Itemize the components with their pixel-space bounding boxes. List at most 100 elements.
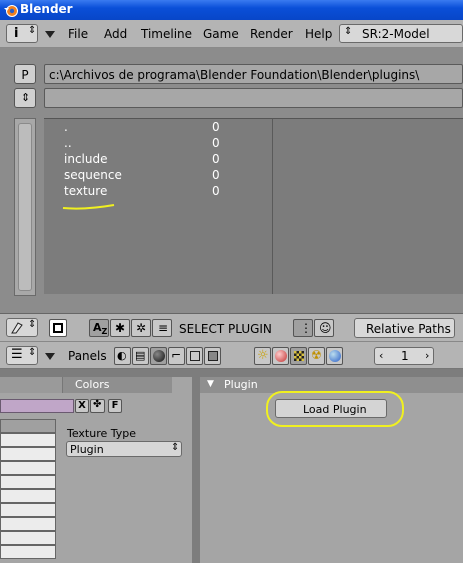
menu-game[interactable]: Game bbox=[203, 27, 239, 41]
texture-channel-row[interactable] bbox=[0, 545, 56, 559]
texture-tab[interactable] bbox=[0, 377, 62, 393]
collapse-menu-icon[interactable] bbox=[45, 31, 55, 38]
info-header: i ⇕ File Add Timeline Game Render Help ⇕… bbox=[0, 20, 463, 48]
file-item-size: 0 bbox=[212, 120, 220, 134]
material-button[interactable] bbox=[272, 347, 289, 365]
path-text: c:\Archivos de programa\Blender Foundati… bbox=[49, 68, 420, 82]
script-icon: ▤ bbox=[135, 349, 146, 362]
lamp-button[interactable]: ☼ bbox=[254, 347, 271, 365]
updown-icon: ⇕ bbox=[28, 319, 37, 330]
hide-dot-files-button[interactable]: ☺ bbox=[314, 319, 334, 337]
colors-tab[interactable]: Colors bbox=[62, 377, 172, 393]
collapse-triangle-icon[interactable]: ▼ bbox=[207, 379, 214, 389]
fullscreen-button[interactable] bbox=[49, 319, 67, 337]
texture-channel-row[interactable] bbox=[0, 475, 56, 489]
file-item-name[interactable]: include bbox=[64, 152, 107, 166]
title-bar: Blender bbox=[0, 0, 463, 20]
texture-name-field[interactable] bbox=[0, 399, 74, 413]
filter-field[interactable] bbox=[44, 88, 463, 108]
plugin-panel: ▼ Plugin Load Plugin bbox=[200, 377, 463, 563]
object-context-button[interactable]: ⌐ bbox=[168, 347, 185, 365]
logic-context-button[interactable]: ◐ bbox=[114, 347, 131, 365]
texture-channel-row[interactable] bbox=[0, 433, 56, 447]
sort-alpha-icon: AZ bbox=[93, 321, 108, 337]
world-globe-icon bbox=[329, 350, 341, 362]
relative-paths-label: Relative Paths bbox=[366, 322, 451, 336]
parent-dir-button[interactable]: P bbox=[14, 64, 36, 84]
show-info-button[interactable]: ⋮ bbox=[293, 319, 313, 337]
delete-texture-button[interactable]: X bbox=[75, 399, 89, 413]
relative-paths-button[interactable]: Relative Paths bbox=[354, 318, 455, 338]
texture-channel-row[interactable] bbox=[0, 461, 56, 475]
world-button[interactable] bbox=[326, 347, 343, 365]
file-item-size: 0 bbox=[212, 152, 220, 166]
texture-channel-row[interactable] bbox=[0, 531, 56, 545]
menu-render[interactable]: Render bbox=[250, 27, 293, 41]
texture-type-dropdown[interactable]: Plugin ⇕ bbox=[66, 441, 182, 457]
sort-ext-button[interactable]: ≡ bbox=[152, 319, 172, 337]
material-sphere-icon bbox=[275, 350, 287, 362]
list-icon: ≡ bbox=[158, 321, 169, 335]
menu-help[interactable]: Help bbox=[305, 27, 332, 41]
window-type-button[interactable]: ⇕ bbox=[6, 318, 38, 337]
texture-checker-icon bbox=[294, 351, 304, 361]
updown-icon: ⇕ bbox=[21, 91, 31, 104]
mode-label: SELECT PLUGIN bbox=[179, 322, 272, 336]
shading-context-button[interactable] bbox=[150, 347, 167, 365]
window-type-button[interactable]: ☰ ⇕ bbox=[6, 346, 38, 365]
sort-size-button[interactable]: ✲ bbox=[131, 319, 151, 337]
menu-file[interactable]: File bbox=[68, 27, 88, 41]
texture-channel-row[interactable] bbox=[0, 503, 56, 517]
file-scrollbar[interactable] bbox=[14, 118, 36, 296]
load-plugin-label: Load Plugin bbox=[303, 403, 367, 416]
texture-type-label: Texture Type bbox=[67, 427, 137, 440]
load-plugin-button[interactable]: Load Plugin bbox=[275, 399, 387, 418]
filebrowser-icon bbox=[11, 322, 23, 334]
fake-user-button[interactable]: ✤ bbox=[90, 399, 105, 413]
script-context-button[interactable]: ▤ bbox=[132, 347, 149, 365]
info-icon: i bbox=[14, 26, 19, 41]
path-field[interactable]: c:\Archivos de programa\Blender Foundati… bbox=[44, 64, 463, 84]
window-type-button[interactable]: i ⇕ bbox=[6, 24, 38, 43]
radiosity-icon: ☢ bbox=[311, 348, 322, 362]
decrement-icon[interactable]: ‹ bbox=[379, 349, 383, 362]
file-item-name[interactable]: sequence bbox=[64, 168, 122, 182]
updown-icon: ⇕ bbox=[344, 26, 353, 37]
updown-icon: ⇕ bbox=[171, 442, 180, 453]
object-axes-icon: ⌐ bbox=[171, 348, 182, 362]
file-browser-header: ⇕ AZ ✱ ✲ ≡ SELECT PLUGIN ⋮ ☺ Relative Pa… bbox=[0, 313, 463, 341]
frame-number-field[interactable]: ‹ 1 › bbox=[374, 347, 434, 365]
file-item-name[interactable]: texture bbox=[64, 184, 107, 198]
fake-button[interactable]: F bbox=[108, 399, 122, 413]
texture-underline-annotation bbox=[62, 204, 115, 210]
plugin-panel-title: Plugin bbox=[224, 378, 258, 391]
increment-icon[interactable]: › bbox=[425, 349, 429, 362]
menu-add[interactable]: Add bbox=[104, 27, 127, 41]
file-item-name[interactable]: .. bbox=[64, 136, 72, 150]
texture-channel-row[interactable] bbox=[0, 517, 56, 531]
scene-name: SR:2-Model bbox=[362, 27, 430, 41]
texture-button[interactable] bbox=[290, 347, 307, 365]
gamepad-icon: ✤ bbox=[93, 399, 102, 410]
file-list-column-2 bbox=[272, 118, 463, 294]
frame-value: 1 bbox=[401, 349, 409, 363]
info-bars-icon: ⋮ bbox=[300, 321, 312, 335]
collapse-menu-icon[interactable] bbox=[45, 353, 55, 360]
texture-channel-row[interactable] bbox=[0, 447, 56, 461]
texture-channel-row[interactable] bbox=[0, 489, 56, 503]
file-item-size: 0 bbox=[212, 184, 220, 198]
scene-context-button[interactable] bbox=[204, 347, 221, 365]
sort-time-button[interactable]: ✱ bbox=[110, 319, 130, 337]
texture-channel-row[interactable] bbox=[0, 419, 56, 433]
scene-selector[interactable]: ⇕ SR:2-Model bbox=[339, 24, 463, 43]
menu-timeline[interactable]: Timeline bbox=[141, 27, 192, 41]
file-item-size: 0 bbox=[212, 168, 220, 182]
radiosity-button[interactable]: ☢ bbox=[308, 347, 325, 365]
dir-menu-button[interactable]: ⇕ bbox=[14, 88, 36, 108]
texture-panel: Colors X ✤ F Texture Type Plugin ⇕ bbox=[0, 377, 192, 563]
file-item-name[interactable]: . bbox=[64, 120, 68, 134]
sort-time-icon: ✱ bbox=[115, 321, 126, 335]
scrollbar-thumb[interactable] bbox=[18, 123, 32, 291]
editing-context-button[interactable] bbox=[186, 347, 203, 365]
sort-alpha-button[interactable]: AZ bbox=[89, 319, 109, 337]
